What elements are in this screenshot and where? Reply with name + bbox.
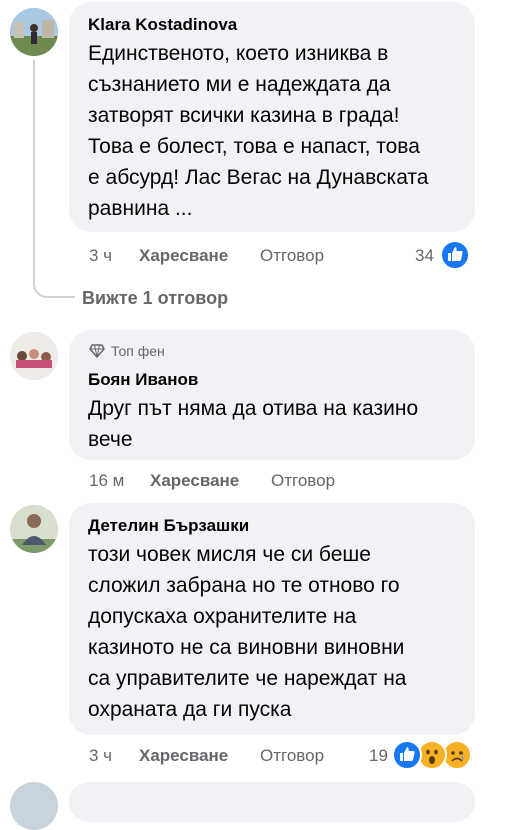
comment-author[interactable]: Детелин Бързашки <box>88 516 249 536</box>
comment-text-line: охраната да ги пуска <box>88 698 292 721</box>
avatar-photo <box>10 505 58 553</box>
avatar[interactable] <box>10 505 58 553</box>
comment-author[interactable]: Klara Kostadinova <box>88 15 237 35</box>
comment-text-line: вече <box>88 428 133 451</box>
comment-text: Друг път няма да отива на казино вече <box>88 393 473 455</box>
avatar[interactable] <box>10 8 58 56</box>
reaction-count[interactable]: 34 <box>415 246 434 266</box>
comment-time[interactable]: 3 ч <box>89 246 112 266</box>
comment-text-line: равнина ... <box>88 197 193 220</box>
top-fan-badge: Топ фен <box>111 343 165 359</box>
comment-author[interactable]: Боян Иванов <box>88 370 198 390</box>
view-replies-link[interactable]: Вижте 1 отговор <box>82 288 228 308</box>
avatar[interactable] <box>10 332 58 380</box>
reply-button[interactable]: Отговор <box>271 471 335 491</box>
comment-bubble <box>69 782 475 822</box>
comment-text-line: затворят всички казина в града! <box>88 104 400 127</box>
comment-text-line: сложил забрана но те отново го <box>88 574 400 597</box>
comment-text-line: Единственото, което изниква в <box>88 42 389 65</box>
avatar[interactable] <box>10 782 58 830</box>
reply-button[interactable]: Отговор <box>260 246 324 266</box>
like-button[interactable]: Харесване <box>139 246 228 266</box>
comment-text: този човек мисля че си беше сложил забра… <box>88 539 473 725</box>
comment-text: Единственото, което изниква в съзнанието… <box>88 38 473 224</box>
comment-text-line: допускаха охранителите на <box>88 605 357 628</box>
comment-text-line: са управителите че нареждат на <box>88 667 407 690</box>
like-button[interactable]: Харесване <box>150 471 239 491</box>
comment-text-line: казиното не са виновни виновни <box>88 636 405 659</box>
comment-text-line: съзнанието ми е надеждата да <box>88 73 391 96</box>
reply-button[interactable]: Отговор <box>260 746 324 766</box>
comment-text-line: е абсурд! Лас Вегас на Дунавската <box>88 166 429 189</box>
like-icon[interactable] <box>440 240 470 270</box>
comment-text-line: Това е болест, това е напаст, това <box>88 135 420 158</box>
comment-time[interactable]: 3 ч <box>89 746 112 766</box>
like-icon[interactable] <box>392 740 422 770</box>
comment-text-line: този човек мисля че си беше <box>88 543 371 566</box>
avatar-photo <box>10 8 58 56</box>
comment-text-line: Друг път няма да отива на казино <box>88 397 419 420</box>
like-button[interactable]: Харесване <box>139 746 228 766</box>
comment-time[interactable]: 16 м <box>89 471 124 491</box>
diamond-icon <box>89 343 105 359</box>
reaction-count[interactable]: 19 <box>369 746 388 766</box>
avatar-photo <box>10 332 58 380</box>
